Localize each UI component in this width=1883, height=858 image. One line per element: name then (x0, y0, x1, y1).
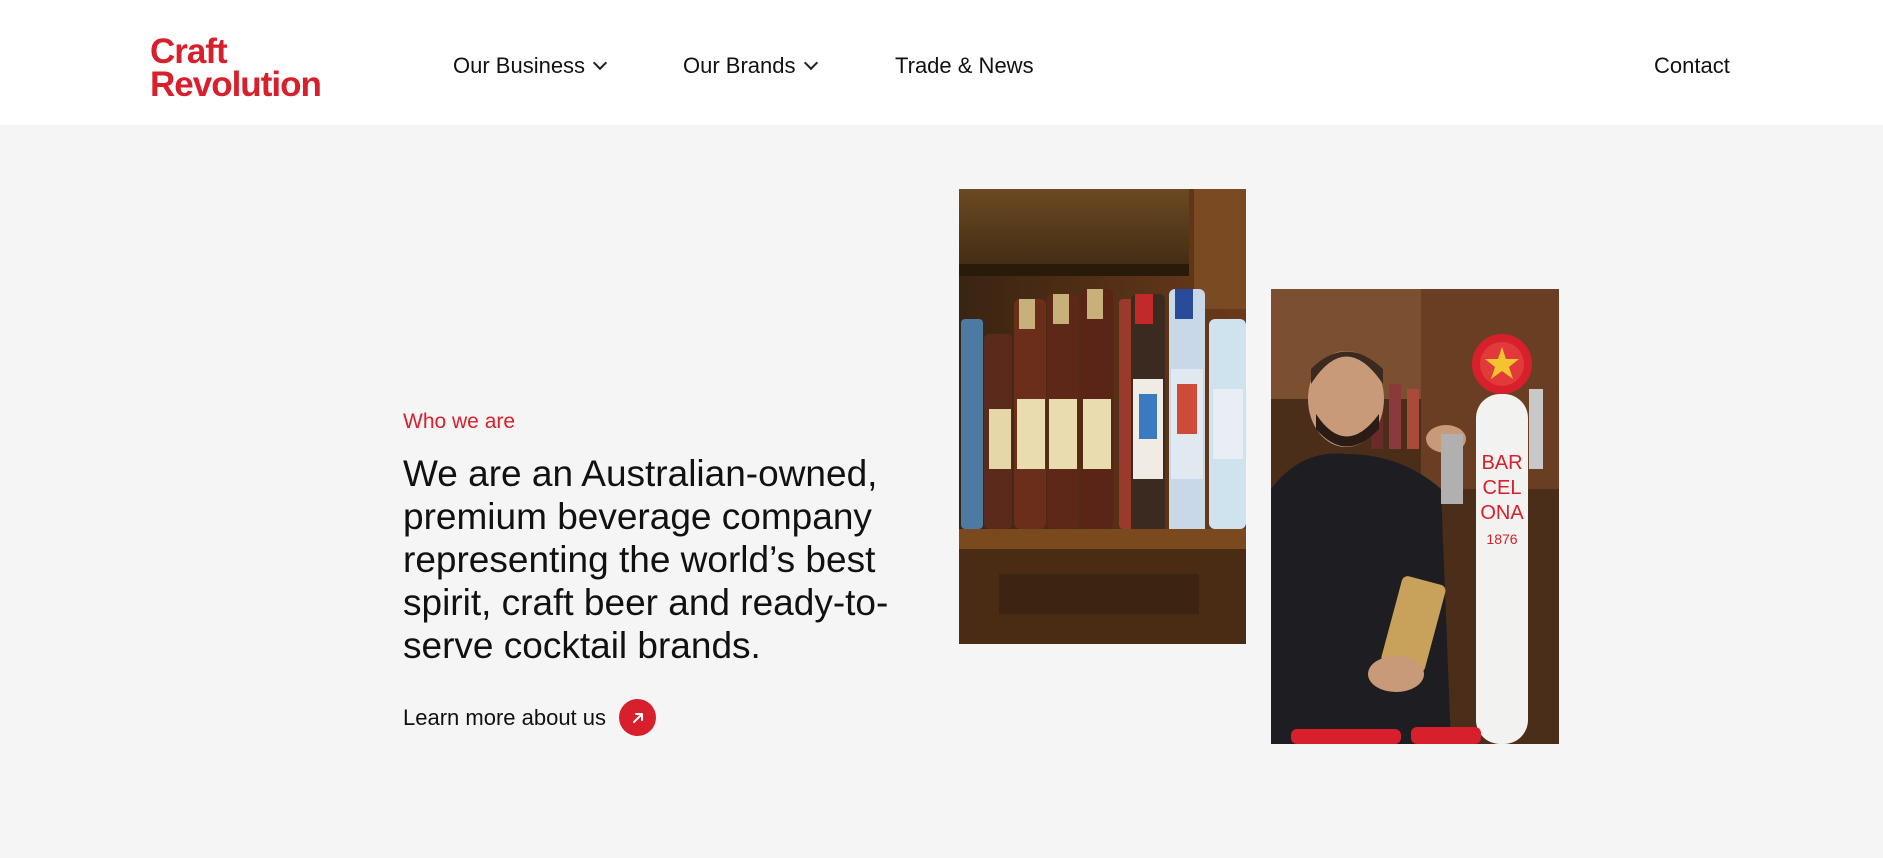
learn-more-label: Learn more about us (403, 704, 607, 730)
svg-text:ONA: ONA (1480, 502, 1524, 524)
section-headline: We are an Australian-owned, premium beve… (403, 453, 889, 666)
nav-label: Our Business (453, 53, 586, 78)
learn-more-link[interactable]: Learn more about us (403, 699, 657, 736)
bartender-photo: BAR CEL ONA 1876 (1271, 289, 1559, 744)
nav-label: Our Brands (683, 53, 796, 78)
section-eyebrow: Who we are (403, 410, 516, 433)
svg-text:1876: 1876 (1486, 531, 1517, 547)
nav-item-our-brands[interactable]: Our Brands (683, 53, 818, 79)
chevron-down-icon (592, 55, 608, 71)
logo-line-2: Revolution (150, 65, 322, 104)
bottles-photo (959, 189, 1246, 644)
nav-item-trade-news[interactable]: Trade & News (895, 53, 1034, 79)
logo-line-1: Craft (150, 32, 228, 71)
arrow-up-right-icon (619, 699, 657, 736)
nav-label: Trade & News (895, 53, 1034, 78)
craft-revolution-logo[interactable]: Craft Revolution (150, 32, 322, 104)
svg-text:BAR: BAR (1481, 452, 1522, 474)
contact-link[interactable]: Contact (1654, 53, 1730, 79)
nav-item-our-business[interactable]: Our Business (453, 53, 608, 79)
site-header: Craft Revolution Our Business Our Brands… (0, 0, 1883, 125)
chevron-down-icon (803, 55, 818, 71)
svg-text:CEL: CEL (1483, 477, 1522, 499)
